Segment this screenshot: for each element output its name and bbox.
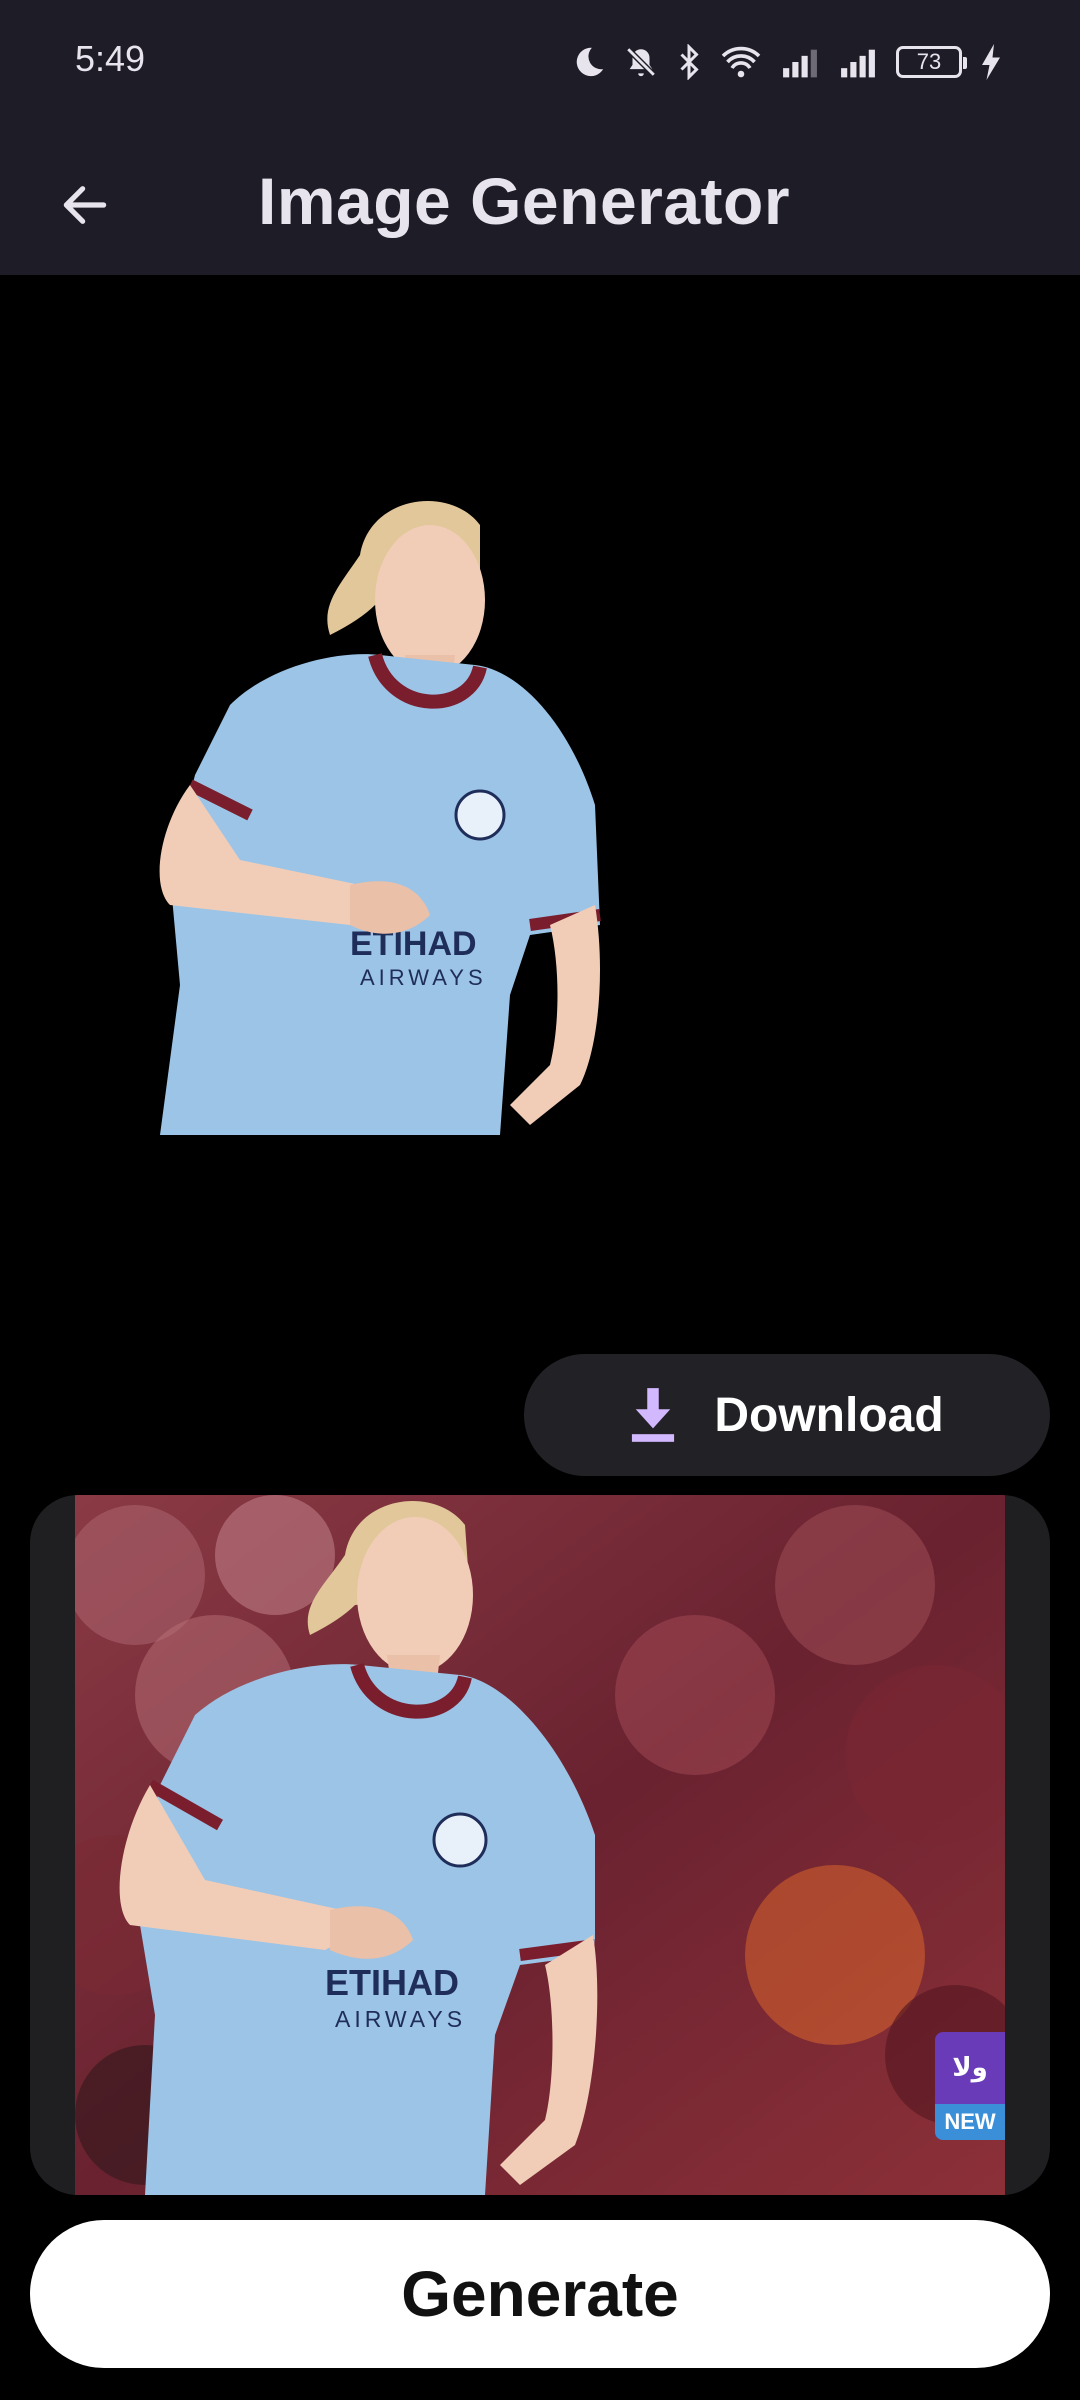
signal-icon — [780, 46, 820, 78]
signal-icon — [838, 46, 878, 78]
battery-icon: 73 — [896, 46, 967, 78]
watermark-tag: NEW — [935, 2104, 1005, 2140]
charging-icon — [980, 44, 1002, 80]
download-button[interactable]: Download — [524, 1354, 1050, 1476]
generate-label: Generate — [401, 2258, 679, 2330]
download-label: Download — [714, 1388, 944, 1442]
svg-text:AIRWAYS: AIRWAYS — [360, 965, 487, 990]
app-bar: Image Generator — [0, 125, 1080, 275]
status-icons: 73 — [572, 40, 1002, 84]
svg-text:AIRWAYS: AIRWAYS — [335, 2006, 466, 2032]
generated-image-preview: ETIHAD AIRWAYS — [0, 275, 1080, 1335]
status-time: 5:49 — [75, 38, 146, 79]
battery-level: 73 — [916, 49, 942, 74]
source-image: ETIHAD AIRWAYS ولا NEW — [75, 1495, 1005, 2195]
page-title: Image Generator — [258, 164, 791, 238]
moon-icon — [572, 45, 606, 79]
source-image-card[interactable]: ETIHAD AIRWAYS ولا NEW — [30, 1495, 1050, 2195]
status-bar: 5:49 73 — [0, 0, 1080, 125]
svg-text:ETIHAD: ETIHAD — [325, 1962, 459, 2003]
back-button[interactable] — [40, 160, 130, 250]
generated-image: ETIHAD AIRWAYS — [159, 501, 601, 1135]
watermark-logo-text: ولا — [952, 2051, 988, 2082]
bluetooth-icon — [676, 44, 702, 80]
watermark-logo: ولا NEW — [935, 2032, 1005, 2140]
generate-button[interactable]: Generate — [30, 2220, 1050, 2368]
wifi-icon — [720, 45, 762, 79]
download-icon — [632, 1388, 675, 1442]
bell-off-icon — [624, 45, 658, 79]
arrow-left-icon — [63, 186, 107, 224]
